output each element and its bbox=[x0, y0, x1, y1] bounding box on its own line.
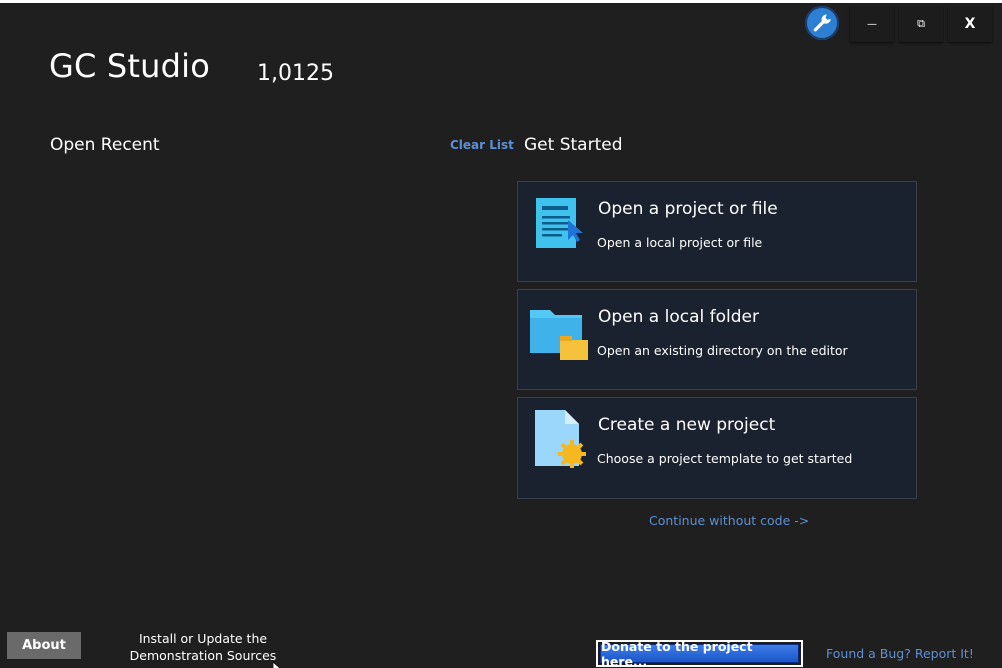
tools-button[interactable] bbox=[805, 6, 839, 40]
app-title: GC Studio bbox=[49, 47, 211, 85]
continue-without-code-link[interactable]: Continue without code -> bbox=[649, 513, 809, 528]
close-button[interactable]: X bbox=[948, 6, 992, 42]
card-description: Choose a project template to get started bbox=[597, 451, 853, 466]
close-icon: X bbox=[964, 16, 976, 32]
clear-list-link[interactable]: Clear List bbox=[450, 138, 514, 152]
open-folder-card[interactable]: Open a local folder Open an existing dir… bbox=[517, 289, 917, 390]
donate-button[interactable]: Donate to the project here... bbox=[596, 639, 803, 668]
card-title: Open a project or file bbox=[598, 199, 778, 219]
wrench-icon bbox=[813, 14, 831, 32]
restore-icon: ⧉ bbox=[917, 17, 925, 30]
app-version: 1,0125 bbox=[257, 61, 334, 86]
card-title: Open a local folder bbox=[598, 307, 759, 327]
card-description: Open an existing directory on the editor bbox=[597, 343, 848, 358]
new-project-card[interactable]: Create a new project Choose a project te… bbox=[517, 397, 917, 499]
minimize-button[interactable]: — bbox=[850, 6, 894, 42]
new-file-icon bbox=[532, 408, 592, 474]
card-title: Create a new project bbox=[598, 415, 776, 435]
folder-icon bbox=[528, 306, 590, 368]
start-window: GC Studio 1,0125 — ⧉ X Open Recent Clear… bbox=[0, 0, 1002, 668]
install-demo-sources-link[interactable]: Install or Update the Demonstration Sour… bbox=[128, 630, 278, 664]
mouse-cursor-icon bbox=[272, 659, 283, 668]
report-bug-link[interactable]: Found a Bug? Report It! bbox=[826, 646, 974, 661]
open-recent-heading: Open Recent bbox=[50, 135, 160, 155]
donate-button-label: Donate to the project here... bbox=[600, 639, 799, 668]
maximize-button[interactable]: ⧉ bbox=[899, 6, 943, 42]
minimize-icon: — bbox=[867, 18, 877, 30]
get-started-heading: Get Started bbox=[524, 135, 623, 155]
about-button[interactable]: About bbox=[7, 632, 81, 659]
card-description: Open a local project or file bbox=[597, 235, 763, 250]
document-icon bbox=[528, 196, 588, 256]
open-project-card[interactable]: Open a project or file Open a local proj… bbox=[517, 181, 917, 282]
